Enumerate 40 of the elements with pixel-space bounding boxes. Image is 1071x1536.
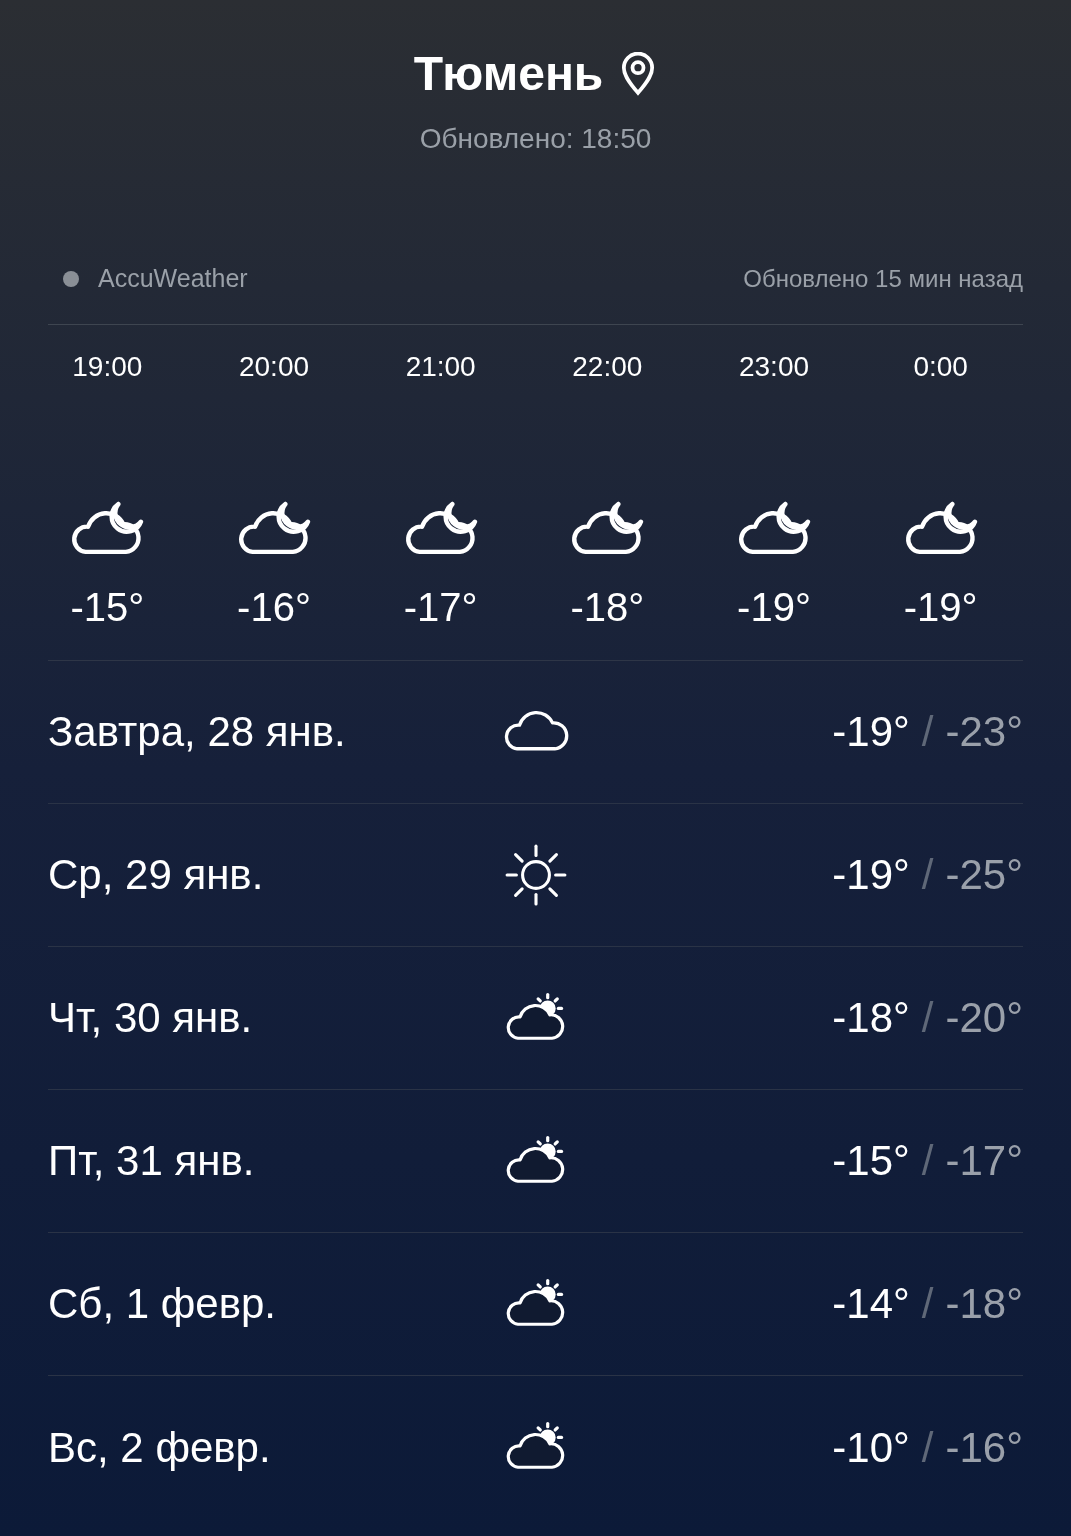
hour-temperature: -17° xyxy=(403,586,478,627)
hour-temperature: -19° xyxy=(737,586,811,627)
low-temperature: -25° xyxy=(945,850,1023,900)
hour-time: 23:00 xyxy=(738,352,810,381)
low-temperature: -23° xyxy=(945,707,1023,757)
high-temperature: -19° xyxy=(832,707,910,757)
hour-temperature: -18° xyxy=(570,586,645,627)
city-name: Тюмень xyxy=(413,50,604,98)
hour-time: 22:00 xyxy=(572,352,643,381)
source-name[interactable]: AccuWeather xyxy=(98,260,248,298)
temperature-separator: / xyxy=(921,707,934,757)
source-update-time: Обновлено 15 мин назад xyxy=(743,263,1023,294)
high-temperature: -15° xyxy=(832,1136,910,1186)
low-temperature: -16° xyxy=(945,1422,1023,1473)
temperature-separator: / xyxy=(921,993,934,1043)
day-label: Вс, 2 февр. xyxy=(48,1422,272,1473)
update-time: Обновлено: 18:50 xyxy=(419,122,652,156)
temperature-separator: / xyxy=(921,850,934,900)
low-temperature: -17° xyxy=(945,1136,1023,1186)
hour-temperature: -15° xyxy=(70,586,145,627)
low-temperature: -18° xyxy=(945,1279,1023,1329)
temperature-separator: / xyxy=(921,1136,934,1186)
high-temperature: -10° xyxy=(832,1422,910,1473)
hour-time: 20:00 xyxy=(238,352,310,381)
hour-time: 21:00 xyxy=(405,352,476,381)
temperature-separator: / xyxy=(921,1422,934,1473)
low-temperature: -20° xyxy=(945,993,1023,1043)
day-label: Пт, 31 янв. xyxy=(48,1136,256,1186)
day-label: Завтра, 28 янв. xyxy=(48,707,347,757)
hour-temperature: -16° xyxy=(237,586,311,627)
day-label: Чт, 30 янв. xyxy=(48,993,254,1043)
day-label: Ср, 29 янв. xyxy=(48,850,265,900)
temperature-separator: / xyxy=(921,1279,934,1329)
hour-time: 0:00 xyxy=(913,352,968,381)
hour-temperature: -19° xyxy=(903,586,978,627)
high-temperature: -19° xyxy=(832,850,910,900)
day-label: Сб, 1 февр. xyxy=(48,1279,277,1329)
high-temperature: -18° xyxy=(832,993,910,1043)
high-temperature: -14° xyxy=(832,1279,910,1329)
hour-time: 19:00 xyxy=(72,352,143,381)
